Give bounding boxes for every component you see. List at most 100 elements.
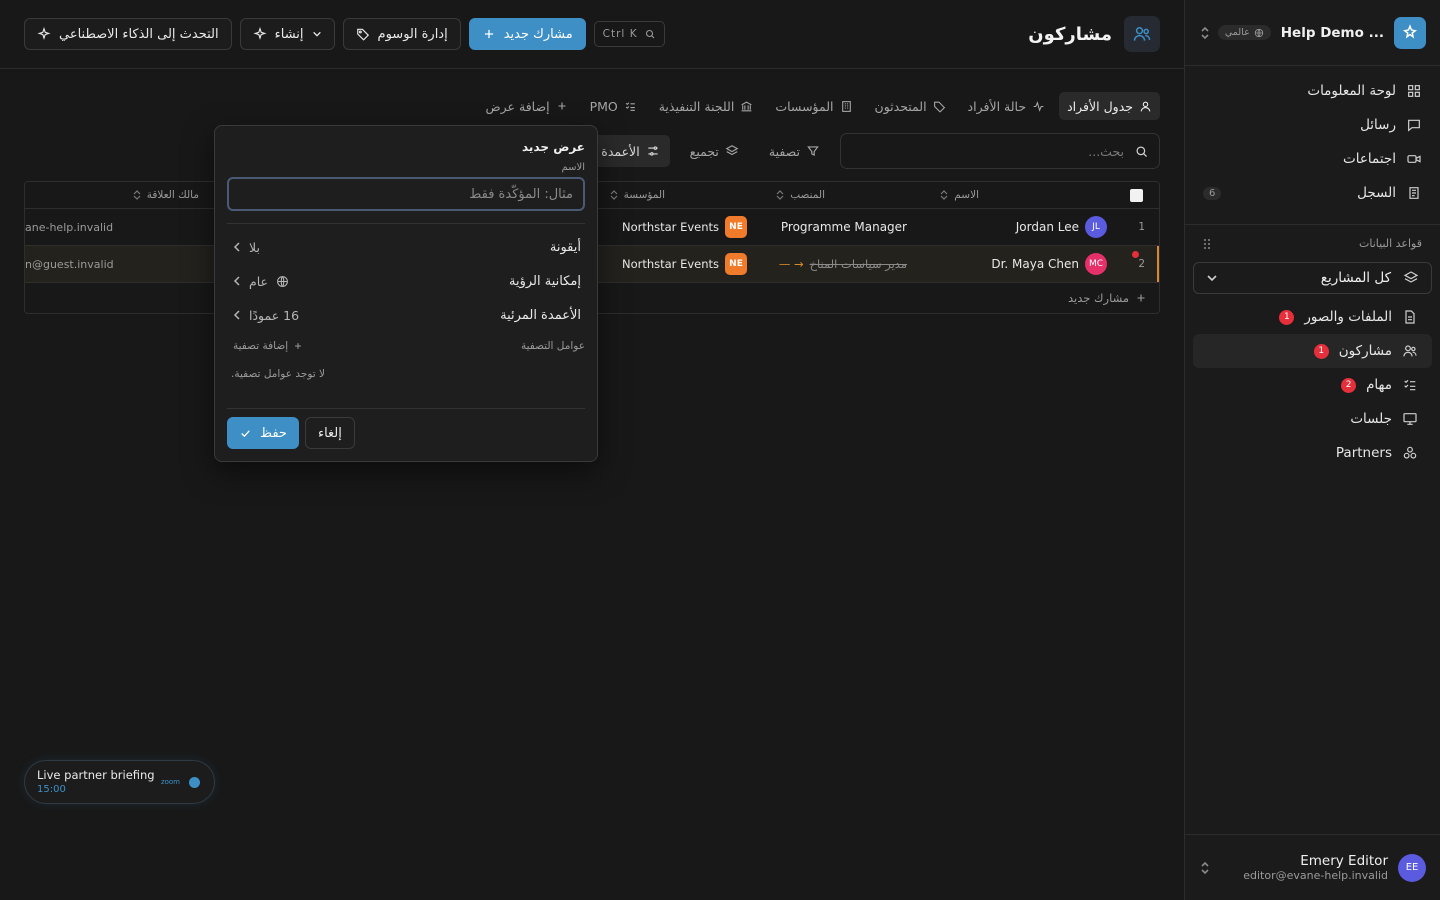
user-email: editor@evane-help.invalid bbox=[1243, 869, 1388, 882]
filters-label: عوامل التصفية bbox=[520, 340, 585, 352]
nav-item-label: رسائل bbox=[1360, 117, 1396, 133]
db-item-partners[interactable]: Partners bbox=[1193, 436, 1432, 470]
live-indicator bbox=[189, 777, 200, 788]
video-icon bbox=[1406, 151, 1422, 167]
user-icon bbox=[1139, 100, 1152, 113]
ai-chat-button[interactable]: التحدث إلى الذكاء الاصطناعي bbox=[24, 18, 232, 50]
add-view-button[interactable]: إضافة عرض bbox=[478, 92, 576, 120]
partners-icon bbox=[1402, 445, 1418, 461]
nav-item-dashboard[interactable]: لوحة المعلومات bbox=[1199, 74, 1426, 108]
tab-speakers[interactable]: المتحدثون bbox=[867, 92, 954, 120]
new-participant-button[interactable]: مشارك جديد bbox=[468, 18, 586, 50]
setting-value: بلا bbox=[249, 239, 260, 255]
nav-item-log[interactable]: السجل 6 bbox=[1199, 176, 1426, 210]
log-count-badge: 6 bbox=[1203, 186, 1222, 200]
participant-name-cell[interactable]: JL Jordan Lee bbox=[1016, 209, 1107, 245]
filter-button[interactable]: تصفية bbox=[759, 135, 830, 167]
live-briefing-widget[interactable]: Live partner briefing 15:00 zoom bbox=[24, 760, 215, 804]
grid-icon bbox=[1406, 83, 1422, 99]
landmark-icon bbox=[740, 100, 753, 113]
setting-value: عام bbox=[249, 273, 269, 289]
org-avatar: NE bbox=[725, 253, 747, 275]
filter-label: تصفية bbox=[768, 143, 800, 159]
presentation-icon bbox=[1402, 411, 1418, 427]
view-name-input[interactable]: مثال: المؤكّدة فقط bbox=[227, 177, 585, 211]
nav-item-messages[interactable]: رسائل bbox=[1199, 108, 1426, 142]
no-filters-text: لا توجد عوامل تصفية. bbox=[231, 368, 326, 380]
layers-icon bbox=[1403, 270, 1419, 286]
workspace-scope-label: عالمي bbox=[1224, 27, 1250, 38]
group-button[interactable]: تجميع bbox=[680, 135, 749, 167]
owner-cell[interactable]: ane-help.invalid bbox=[25, 209, 113, 245]
visible-columns-setting-row[interactable]: الأعمدة المرئية 16 عمودًا bbox=[227, 298, 585, 332]
participant-name-cell[interactable]: MC Dr. Maya Chen bbox=[991, 246, 1107, 282]
participant-name: Jordan Lee bbox=[1015, 220, 1079, 234]
columns-button[interactable]: الأعمدة bbox=[591, 135, 670, 167]
participant-name: Dr. Maya Chen bbox=[991, 257, 1079, 271]
cancel-button[interactable]: إلغاء bbox=[304, 417, 355, 449]
workspace-switcher[interactable]: ... Help Demo عالمي bbox=[1185, 0, 1440, 66]
visibility-setting-row[interactable]: إمكانية الرؤية عام bbox=[227, 264, 585, 298]
tag-icon bbox=[356, 27, 370, 41]
column-header-position[interactable]: المنصب bbox=[705, 182, 825, 208]
column-label: مالك العلاقة bbox=[146, 189, 199, 201]
name-field-label: الاسم bbox=[561, 162, 585, 173]
tab-organizations[interactable]: المؤسسات bbox=[767, 92, 860, 120]
position-cell[interactable]: مدير سياسات المناخ → — bbox=[779, 246, 907, 282]
unread-indicator bbox=[1132, 251, 1139, 258]
table-toolbar: بحث... تصفية تجميع الأعمدة bbox=[591, 133, 1160, 169]
create-label: إنشاء bbox=[274, 26, 304, 42]
avatar: JL bbox=[1085, 216, 1107, 238]
db-item-label: الملفات والصور bbox=[1304, 309, 1392, 325]
db-item-participants[interactable]: مشاركون 1 bbox=[1193, 334, 1432, 368]
sort-icon bbox=[940, 190, 948, 200]
manage-tags-button[interactable]: إدارة الوسوم bbox=[342, 18, 461, 50]
user-menu[interactable]: EE Emery Editor editor@evane-help.invali… bbox=[1185, 834, 1440, 900]
setting-label: أيقونة bbox=[549, 239, 581, 255]
file-icon bbox=[1402, 309, 1418, 325]
globe-icon bbox=[276, 275, 289, 288]
organization-cell[interactable]: NE Northstar Events bbox=[622, 209, 747, 245]
layers-icon bbox=[725, 144, 739, 158]
icon-setting-row[interactable]: أيقونة بلا bbox=[227, 230, 585, 264]
page-header: مشاركون التحدث إلى الذكاء الاصطناعي إنشا… bbox=[0, 0, 1184, 69]
search-input[interactable]: بحث... bbox=[840, 133, 1160, 169]
search-icon bbox=[1134, 144, 1149, 159]
chevron-updown-icon[interactable] bbox=[1199, 861, 1211, 875]
db-item-sessions[interactable]: جلسات bbox=[1193, 402, 1432, 436]
tab-people-status[interactable]: حالة الأفراد bbox=[960, 92, 1054, 120]
select-all-checkbox[interactable] bbox=[1130, 182, 1143, 208]
command-palette-shortcut[interactable]: Ctrl K bbox=[593, 21, 665, 47]
chevron-updown-icon[interactable] bbox=[1199, 26, 1211, 40]
db-item-tasks[interactable]: مهام 2 bbox=[1193, 368, 1432, 402]
sparkle-icon bbox=[253, 27, 267, 41]
tab-pmo[interactable]: PMO bbox=[582, 92, 645, 120]
cancel-label: إلغاء bbox=[317, 425, 342, 441]
columns-label: الأعمدة bbox=[601, 143, 640, 159]
plus-icon bbox=[293, 341, 303, 351]
organization-cell[interactable]: NE Northstar Events bbox=[622, 246, 747, 282]
position-cell[interactable]: Programme Manager bbox=[781, 209, 907, 245]
log-icon bbox=[1406, 185, 1422, 201]
filter-icon bbox=[806, 144, 820, 158]
tab-people-table[interactable]: جدول الأفراد bbox=[1059, 92, 1160, 120]
drag-handle-icon[interactable] bbox=[1203, 238, 1211, 250]
row-number: 2 bbox=[1138, 258, 1145, 270]
building-icon bbox=[840, 100, 853, 113]
owner-cell[interactable]: n@guest.invalid bbox=[25, 246, 114, 282]
main-nav: لوحة المعلومات رسائل اجتماعات السجل 6 bbox=[1185, 66, 1440, 210]
db-item-files[interactable]: الملفات والصور 1 bbox=[1193, 300, 1432, 334]
tab-label: المتحدثون bbox=[874, 98, 927, 114]
project-selector[interactable]: كل المشاريع bbox=[1193, 262, 1432, 294]
tab-executive-committee[interactable]: اللجنة التنفيذية bbox=[651, 92, 762, 120]
view-tabs: جدول الأفراد حالة الأفراد المتحدثون المؤ… bbox=[478, 92, 1160, 120]
ai-chat-label: التحدث إلى الذكاء الاصطناعي bbox=[59, 26, 219, 42]
create-dropdown-button[interactable]: إنشاء bbox=[239, 18, 335, 50]
notification-badge: 2 bbox=[1341, 377, 1357, 393]
column-header-relationship-owner[interactable]: مالك العلاقة bbox=[99, 182, 199, 208]
column-header-name[interactable]: الاسم bbox=[879, 182, 979, 208]
nav-item-meetings[interactable]: اجتماعات bbox=[1199, 142, 1426, 176]
save-button[interactable]: حفظ bbox=[227, 417, 299, 449]
add-filter-button[interactable]: إضافة تصفية bbox=[233, 340, 303, 352]
tab-label: PMO bbox=[589, 98, 618, 114]
